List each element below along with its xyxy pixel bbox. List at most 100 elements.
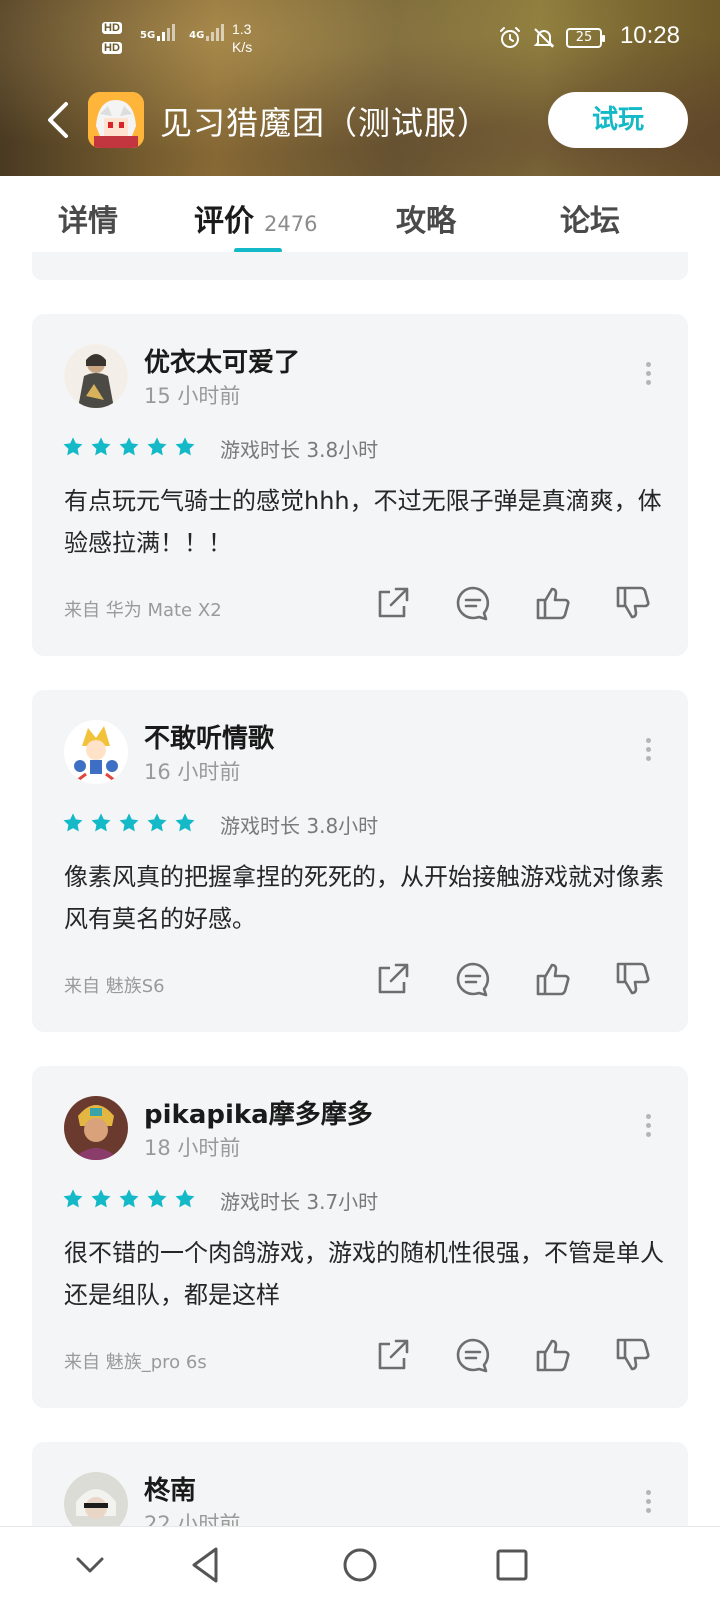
post-time: 15 小时前 (144, 384, 241, 408)
try-play-button[interactable]: 试玩 (548, 92, 688, 148)
star-icon (147, 1189, 167, 1208)
signal-bars-1-icon (157, 24, 176, 41)
star-icon (119, 437, 139, 456)
play-time: 游戏时长 3.8小时 (220, 814, 379, 838)
back-chevron-icon[interactable] (40, 100, 80, 140)
app-title: 见习猎魔团（测试服） (160, 104, 491, 142)
star-icon (63, 437, 83, 456)
star-icon (175, 437, 195, 456)
tab-forum[interactable]: 论坛 (560, 196, 620, 240)
device-source: 来自 魅族_pro 6s (64, 1352, 207, 1373)
avatar[interactable] (64, 344, 128, 408)
more-options-icon[interactable] (644, 738, 652, 764)
review-count: 2476 (264, 212, 318, 236)
comment-icon[interactable] (454, 960, 492, 998)
speed-value: 1.3 (232, 21, 252, 37)
share-icon[interactable] (374, 584, 412, 622)
tab-label: 详情 (58, 204, 118, 239)
review-card[interactable]: 优衣太可爱了 15 小时前 游戏时长 3.8小时 有点玩元气骑士的感觉hhh，不… (32, 314, 688, 656)
star-icon (147, 437, 167, 456)
share-icon[interactable] (374, 960, 412, 998)
status-icons: 25 (498, 26, 605, 50)
star-icon (91, 1189, 111, 1208)
review-actions (374, 1336, 652, 1374)
avatar[interactable] (64, 720, 128, 784)
system-nav-bar (0, 1526, 720, 1600)
star-icon (91, 437, 111, 456)
tab-label: 评价 (194, 204, 254, 239)
review-card[interactable]: 不敢听情歌 16 小时前 游戏时长 3.8小时 像素风真的把握拿捏的死死的，从开… (32, 690, 688, 1032)
hd1-label: HD (102, 22, 122, 34)
alarm-icon (500, 27, 520, 48)
hd-indicators: HD HD (102, 18, 122, 58)
nav-back-icon[interactable] (186, 1545, 226, 1585)
net1-label: 5G (140, 30, 156, 41)
more-options-icon[interactable] (644, 1114, 652, 1140)
avatar[interactable] (64, 1472, 128, 1526)
thumbs-down-icon[interactable] (614, 584, 652, 622)
star-icon (175, 1189, 195, 1208)
play-time: 游戏时长 3.7小时 (220, 1190, 379, 1214)
post-time: 18 小时前 (144, 1136, 241, 1160)
rating-stars (62, 436, 196, 458)
tab-guides[interactable]: 攻略 (396, 196, 456, 240)
tab-label: 攻略 (396, 204, 456, 239)
share-icon[interactable] (374, 1336, 412, 1374)
net2-label: 4G (189, 30, 205, 41)
star-icon (147, 813, 167, 832)
username[interactable]: 不敢听情歌 (144, 718, 274, 755)
hd2-label: HD (102, 42, 122, 54)
star-icon (175, 813, 195, 832)
thumbs-down-icon[interactable] (614, 1336, 652, 1374)
star-icon (63, 813, 83, 832)
review-text[interactable]: 有点玩元气骑士的感觉hhh，不过无限子弹是真滴爽，体验感拉满！！！ (64, 480, 664, 564)
signal-bars-2-icon (206, 24, 225, 41)
thumbs-down-icon[interactable] (614, 960, 652, 998)
nav-home-icon[interactable] (340, 1545, 380, 1585)
nav-collapse-icon[interactable] (70, 1545, 110, 1585)
status-bar: HD HD 5G 4G 1.3 K/s 25 10:28 (0, 0, 720, 80)
previous-review-card-edge (32, 252, 688, 280)
tab-reviews[interactable]: 评价 2476 (194, 196, 317, 240)
tab-details[interactable]: 详情 (58, 196, 118, 240)
thumbs-up-icon[interactable] (534, 960, 572, 998)
network-speed: 1.3 K/s (232, 20, 252, 56)
speed-unit: K/s (232, 39, 253, 55)
tab-bar: 详情 评价 2476 攻略 论坛 (0, 176, 720, 253)
device-source: 来自 华为 Mate X2 (64, 600, 222, 621)
rating-stars (62, 1188, 196, 1210)
play-time: 游戏时长 3.8小时 (220, 438, 379, 462)
signal-indicators: 5G 4G (140, 24, 225, 41)
review-card[interactable]: 柊南 22 小时前 (32, 1442, 688, 1526)
app-icon (88, 92, 144, 148)
star-icon (119, 1189, 139, 1208)
comment-icon[interactable] (454, 1336, 492, 1374)
app-header: HD HD 5G 4G 1.3 K/s 25 10:28 见习猎魔团（测试服） … (0, 0, 720, 176)
review-text[interactable]: 像素风真的把握拿捏的死死的，从开始接触游戏就对像素风有莫名的好感。 (64, 856, 664, 940)
review-text[interactable]: 很不错的一个肉鸽游戏，游戏的随机性很强，不管是单人还是组队，都是这样 (64, 1232, 664, 1316)
username[interactable]: 柊南 (144, 1470, 196, 1507)
rating-stars (62, 812, 196, 834)
device-source: 来自 魅族S6 (64, 976, 165, 997)
tab-label: 论坛 (560, 204, 620, 239)
battery-level: 25 (566, 28, 605, 48)
clock: 10:28 (619, 22, 680, 49)
username[interactable]: 优衣太可爱了 (144, 342, 300, 379)
more-options-icon[interactable] (644, 362, 652, 388)
thumbs-up-icon[interactable] (534, 1336, 572, 1374)
comment-icon[interactable] (454, 584, 492, 622)
review-actions (374, 584, 652, 622)
silent-bell-icon (533, 28, 555, 48)
star-icon (63, 1189, 83, 1208)
star-icon (91, 813, 111, 832)
thumbs-up-icon[interactable] (534, 584, 572, 622)
star-icon (119, 813, 139, 832)
more-options-icon[interactable] (644, 1490, 652, 1516)
nav-recents-icon[interactable] (492, 1545, 532, 1585)
post-time: 22 小时前 (144, 1512, 241, 1526)
avatar[interactable] (64, 1096, 128, 1160)
review-actions (374, 960, 652, 998)
post-time: 16 小时前 (144, 760, 241, 784)
username[interactable]: pikapika摩多摩多 (144, 1094, 373, 1131)
review-card[interactable]: pikapika摩多摩多 18 小时前 游戏时长 3.7小时 很不错的一个肉鸽游… (32, 1066, 688, 1408)
